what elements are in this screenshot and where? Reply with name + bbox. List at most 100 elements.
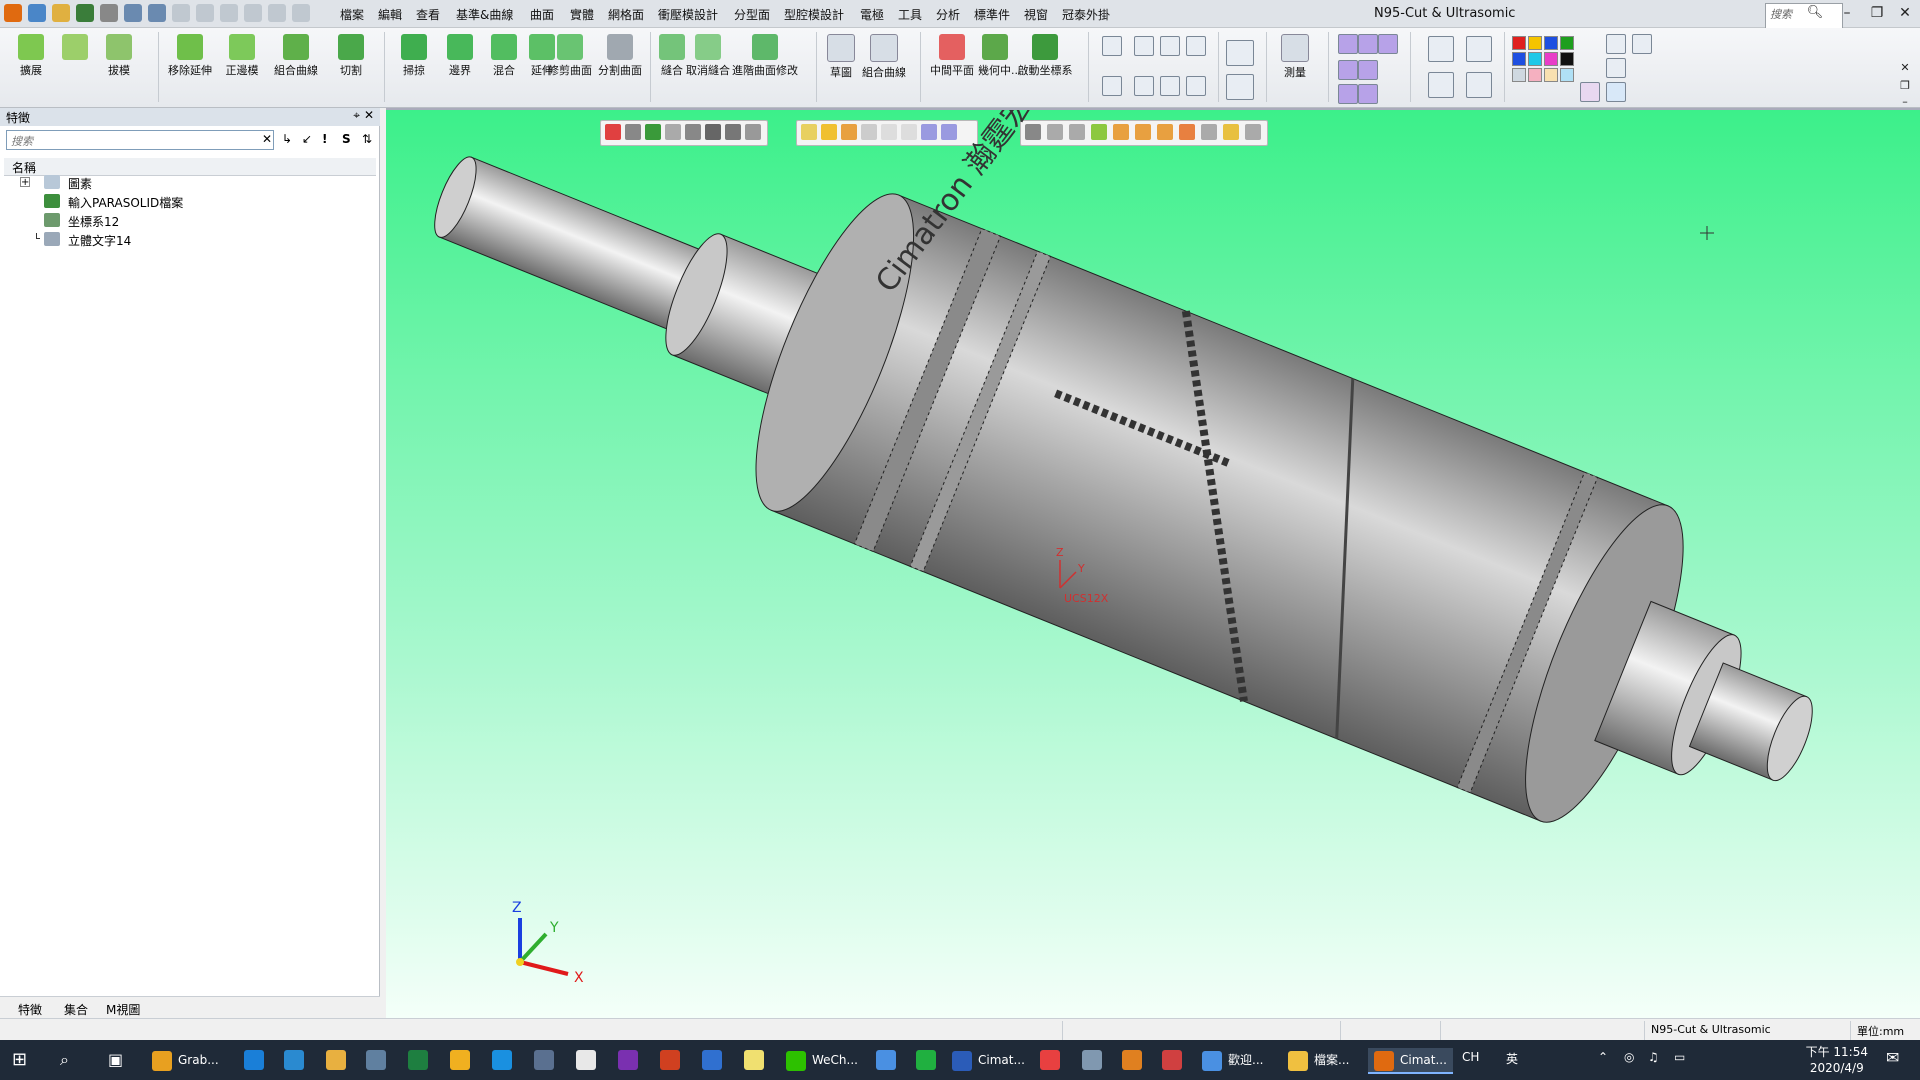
- taskbar-search-icon[interactable]: ⌕: [60, 1048, 69, 1072]
- skype-icon[interactable]: [492, 1050, 512, 1070]
- hatch-icon[interactable]: [1186, 76, 1206, 96]
- taskbar-app-welcome[interactable]: 歡迎...: [1202, 1048, 1263, 1072]
- ribbon-unstitch-button[interactable]: 取消縫合: [682, 34, 734, 78]
- symbol-icon[interactable]: [1134, 76, 1154, 96]
- customize-icon[interactable]: [172, 4, 190, 22]
- color-swatch[interactable]: [1544, 68, 1558, 82]
- tree-item-coordinate-system[interactable]: 坐標系12: [68, 213, 119, 230]
- menu-tools[interactable]: 工具: [898, 6, 922, 23]
- color-swatch[interactable]: [1528, 52, 1542, 66]
- utility-icon[interactable]: [534, 1050, 554, 1070]
- chamfer-icon[interactable]: [1160, 36, 1180, 56]
- tree-item-entities[interactable]: 圖素: [68, 175, 92, 192]
- suppress-icon[interactable]: S: [342, 132, 351, 146]
- zoom-fit-icon[interactable]: [1466, 36, 1492, 62]
- tolerance-icon[interactable]: [1134, 36, 1154, 56]
- clock[interactable]: 下午 11:54 2020/4/9: [1806, 1044, 1868, 1076]
- store-icon[interactable]: [284, 1050, 304, 1070]
- menu-plugin[interactable]: 冠泰外掛: [1062, 6, 1110, 23]
- tray-overflow-icon[interactable]: ⌃: [1598, 1050, 1608, 1064]
- chat-icon[interactable]: [1082, 1050, 1102, 1070]
- color-swatch[interactable]: [1560, 36, 1574, 50]
- color-swatch[interactable]: [1528, 68, 1542, 82]
- color-swatch[interactable]: [1544, 36, 1558, 50]
- menu-view[interactable]: 查看: [416, 6, 440, 23]
- 3d-viewport[interactable]: Cimatron 瀚霆宏 Z Y UCS12X Z Y X: [386, 108, 1920, 1018]
- transform-icon[interactable]: [1226, 40, 1254, 66]
- illustrator-icon[interactable]: [1122, 1050, 1142, 1070]
- calendar-icon[interactable]: [702, 1050, 722, 1070]
- ribbon-activate-ucs-button[interactable]: 啟動坐標系: [1014, 34, 1076, 78]
- pan-icon[interactable]: [1466, 72, 1492, 98]
- open-file-icon[interactable]: [52, 4, 70, 22]
- copy-icon[interactable]: [220, 4, 238, 22]
- ime-en[interactable]: 英: [1506, 1050, 1518, 1067]
- taskbar-app-grab[interactable]: Grab...: [152, 1048, 219, 1072]
- ribbon-cut-button[interactable]: 切割: [330, 34, 372, 78]
- tab-features[interactable]: 特徵: [18, 1001, 42, 1018]
- cut-icon[interactable]: [196, 4, 214, 22]
- media-icon[interactable]: [326, 1050, 346, 1070]
- taskbar-app-cimatron-word[interactable]: Cimat...: [952, 1048, 1025, 1072]
- ribbon-split-surface-button[interactable]: 分割曲面: [594, 34, 646, 78]
- feature-search-input[interactable]: 搜索: [6, 130, 274, 150]
- filter-options-icon[interactable]: ↙: [302, 132, 312, 146]
- line-style-icon[interactable]: [1606, 34, 1626, 54]
- note-icon[interactable]: [1186, 36, 1206, 56]
- zoom-window-icon[interactable]: [1428, 36, 1454, 62]
- view-icon[interactable]: [268, 4, 286, 22]
- menu-surface[interactable]: 曲面: [530, 6, 554, 23]
- taskbar-app-wechat[interactable]: WeCh...: [786, 1048, 858, 1072]
- clear-search-icon[interactable]: ✕: [262, 132, 272, 146]
- photos-icon[interactable]: [576, 1050, 596, 1070]
- menu-window[interactable]: 視窗: [1024, 6, 1048, 23]
- search-icon[interactable]: 🔍︎: [1806, 4, 1824, 22]
- exclamation-icon[interactable]: !: [322, 132, 327, 146]
- doc-close-icon[interactable]: ✕: [1892, 58, 1918, 78]
- powerpoint-icon[interactable]: [660, 1050, 680, 1070]
- color-swatch[interactable]: [1512, 36, 1526, 50]
- cad-model[interactable]: Cimatron 瀚霆宏 Z Y UCS12X Z Y X: [386, 110, 1920, 1018]
- notification-icon[interactable]: ✉: [1886, 1048, 1899, 1067]
- layer-icon[interactable]: [1632, 34, 1652, 54]
- view-front-icon[interactable]: [1338, 34, 1358, 54]
- maps-icon[interactable]: [876, 1050, 896, 1070]
- paste-icon[interactable]: [244, 4, 262, 22]
- regenerate-icon[interactable]: [1226, 74, 1254, 100]
- filter-icon[interactable]: ↳: [282, 132, 292, 146]
- ribbon-draft-button[interactable]: 拔模: [100, 34, 138, 78]
- line-width-icon[interactable]: [1606, 58, 1626, 78]
- color-swatch[interactable]: [1560, 68, 1574, 82]
- tree-expand-icon[interactable]: +: [20, 177, 30, 188]
- volume-icon[interactable]: ♫: [1648, 1050, 1659, 1064]
- ribbon-sketch-button[interactable]: 草圖: [824, 34, 858, 80]
- new-file-icon[interactable]: [28, 4, 46, 22]
- start-icon[interactable]: ⊞: [12, 1048, 27, 1072]
- color-swatch[interactable]: [1544, 52, 1558, 66]
- menu-mold-design[interactable]: 型腔模設計: [784, 6, 844, 23]
- undo-icon[interactable]: [124, 4, 142, 22]
- tools-icon[interactable]: [366, 1050, 386, 1070]
- ribbon-sweep-button[interactable]: 掃掠: [394, 34, 434, 78]
- ribbon-measure-button[interactable]: 測量: [1278, 34, 1312, 80]
- dimension-icon[interactable]: [1102, 36, 1122, 56]
- minimize-icon[interactable]: –: [1834, 3, 1860, 23]
- sort-icon[interactable]: ⇅: [362, 132, 372, 146]
- menu-edit[interactable]: 編輯: [378, 6, 402, 23]
- edge-browser-icon[interactable]: [244, 1050, 264, 1070]
- close-icon[interactable]: ✕: [1892, 3, 1918, 23]
- ribbon-advanced-surface-button[interactable]: 進階曲面修改: [732, 34, 798, 78]
- excel-icon[interactable]: [408, 1050, 428, 1070]
- tips-icon[interactable]: [744, 1050, 764, 1070]
- menu-electrode[interactable]: 電極: [860, 6, 884, 23]
- menu-datum-curve[interactable]: 基準&曲線: [456, 6, 513, 23]
- search-input[interactable]: 搜索: [1765, 3, 1843, 29]
- ime-ch[interactable]: CH: [1462, 1050, 1479, 1064]
- recorder-icon[interactable]: [1162, 1050, 1182, 1070]
- menu-file[interactable]: 檔案: [340, 6, 364, 23]
- text-icon[interactable]: [1102, 76, 1122, 96]
- print-icon[interactable]: [100, 4, 118, 22]
- pin-icon[interactable]: ⌖: [353, 108, 360, 123]
- menu-parting[interactable]: 分型面: [734, 6, 770, 23]
- menu-analysis[interactable]: 分析: [936, 6, 960, 23]
